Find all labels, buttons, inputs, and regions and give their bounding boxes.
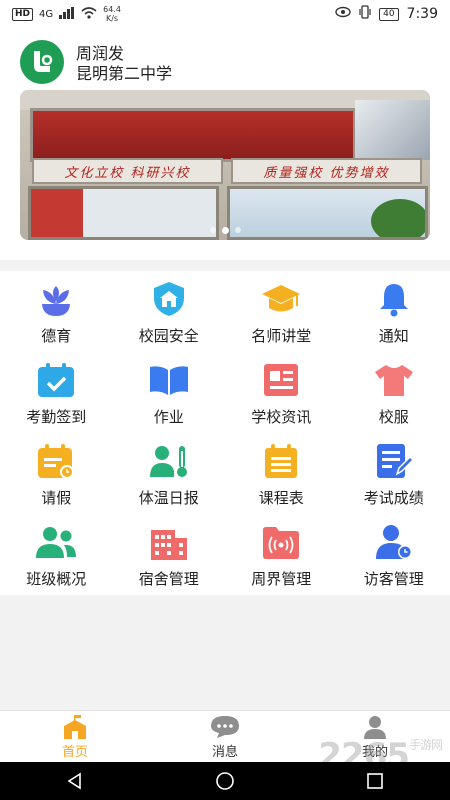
menu-item-exam-scores[interactable]: 考试成绩 xyxy=(338,433,450,514)
vibrate-icon xyxy=(359,5,371,23)
signal-label: 4G xyxy=(39,8,54,20)
school-name: 昆明第二中学 xyxy=(76,64,173,83)
menu-item-class-overview[interactable]: 班级概况 xyxy=(0,514,113,595)
menu-label: 作业 xyxy=(153,408,184,426)
leave-calendar-icon xyxy=(34,441,78,481)
feature-grid: 德育 校园安全 名师讲堂 通知 考勤签到 作业 学校资讯 校服 请假 体温日报 … xyxy=(0,271,450,595)
nav-messages[interactable]: 消息 xyxy=(150,711,300,763)
menu-label: 考勤签到 xyxy=(26,408,87,426)
shield-icon xyxy=(147,279,191,319)
menu-item-dormitory[interactable]: 宿舍管理 xyxy=(113,514,226,595)
header-section: 周润发 昆明第二中学 文化立校 科研兴校 质量强校 优势增效 xyxy=(0,28,450,260)
building-icon xyxy=(147,522,191,562)
menu-label: 课程表 xyxy=(258,489,304,507)
banner-window xyxy=(355,100,430,160)
banner-carousel[interactable]: 文化立校 科研兴校 质量强校 优势增效 xyxy=(20,90,430,240)
menu-item-teacher-lecture[interactable]: 名师讲堂 xyxy=(225,271,338,352)
shirt-icon xyxy=(372,360,416,400)
menu-item-visitor[interactable]: 访客管理 xyxy=(338,514,450,595)
menu-label: 周界管理 xyxy=(251,570,312,588)
home-circle-icon[interactable] xyxy=(215,771,235,791)
menu-item-homework[interactable]: 作业 xyxy=(113,352,226,433)
banner-signs: 文化立校 科研兴校 质量强校 优势增效 xyxy=(32,158,422,184)
calendar-check-icon xyxy=(34,360,78,400)
menu-item-perimeter[interactable]: 周界管理 xyxy=(225,514,338,595)
broadcast-folder-icon xyxy=(259,522,303,562)
menu-label: 德育 xyxy=(41,327,72,345)
chat-bubble-icon xyxy=(211,715,239,738)
thermometer-user-icon xyxy=(147,441,191,481)
menu-label: 考试成绩 xyxy=(363,489,424,507)
carousel-dot[interactable] xyxy=(209,227,216,233)
speed-unit: K/s xyxy=(105,14,119,23)
hd-badge: HD xyxy=(12,7,34,21)
banner-sign-right: 质量强校 优势增效 xyxy=(231,158,422,184)
speed-value: 64.4 xyxy=(103,5,121,14)
menu-label: 访客管理 xyxy=(363,570,424,588)
banner-red-wall xyxy=(30,108,356,162)
menu-label: 校服 xyxy=(378,408,409,426)
school-home-icon xyxy=(64,714,86,739)
status-bar: HD 4G 64.4 K/s 40 7:39 xyxy=(0,0,450,28)
menu-item-attendance[interactable]: 考勤签到 xyxy=(0,352,113,433)
news-icon xyxy=(259,360,303,400)
nav-label: 首页 xyxy=(61,744,88,760)
status-left: HD 4G 64.4 K/s xyxy=(12,5,121,23)
menu-label: 宿舍管理 xyxy=(138,570,199,588)
status-right: 40 7:39 xyxy=(335,5,438,23)
feature-grid-panel: 德育 校园安全 名师讲堂 通知 考勤签到 作业 学校资讯 校服 请假 体温日报 … xyxy=(0,271,450,595)
network-speed: 64.4 K/s xyxy=(103,5,121,23)
menu-label: 通知 xyxy=(378,327,409,345)
book-icon xyxy=(147,360,191,400)
group-icon xyxy=(34,522,78,562)
menu-item-school-news[interactable]: 学校资讯 xyxy=(225,352,338,433)
watermark-suffix: 手游网 xyxy=(408,738,443,752)
menu-label: 学校资讯 xyxy=(251,408,312,426)
menu-item-moral-education[interactable]: 德育 xyxy=(0,271,113,352)
menu-label: 名师讲堂 xyxy=(251,327,312,345)
battery-indicator: 40 xyxy=(379,7,399,21)
nav-label: 消息 xyxy=(211,744,238,760)
menu-item-notice[interactable]: 通知 xyxy=(338,271,450,352)
school-logo-icon xyxy=(34,51,53,72)
menu-label: 校园安全 xyxy=(138,327,199,345)
menu-label: 班级概况 xyxy=(26,570,87,588)
recents-square-icon[interactable] xyxy=(365,771,385,791)
clock: 7:39 xyxy=(406,6,438,22)
menu-item-temperature[interactable]: 体温日报 xyxy=(113,433,226,514)
menu-item-timetable[interactable]: 课程表 xyxy=(225,433,338,514)
menu-item-leave[interactable]: 请假 xyxy=(0,433,113,514)
profile-icon xyxy=(364,715,386,739)
carousel-dot-active[interactable] xyxy=(221,227,229,234)
banner-sign-left: 文化立校 科研兴校 xyxy=(32,158,223,184)
back-triangle-icon[interactable] xyxy=(65,771,85,791)
menu-item-campus-safety[interactable]: 校园安全 xyxy=(113,271,226,352)
visitor-icon xyxy=(372,522,416,562)
wifi-icon xyxy=(81,6,97,22)
nav-home[interactable]: 首页 xyxy=(0,711,150,763)
menu-label: 请假 xyxy=(41,489,72,507)
signal-bars-icon xyxy=(59,6,75,22)
schedule-icon xyxy=(259,441,303,481)
menu-label: 体温日报 xyxy=(138,489,199,507)
bell-icon xyxy=(372,279,416,319)
system-navigation-bar xyxy=(0,762,450,800)
flower-icon xyxy=(34,279,78,319)
eye-icon xyxy=(335,6,351,22)
exam-edit-icon xyxy=(372,441,416,481)
graduation-cap-icon xyxy=(259,279,303,319)
school-logo-avatar[interactable] xyxy=(20,40,64,84)
carousel-dot[interactable] xyxy=(234,227,241,233)
carousel-dots xyxy=(20,227,430,234)
menu-item-uniform[interactable]: 校服 xyxy=(338,352,450,433)
